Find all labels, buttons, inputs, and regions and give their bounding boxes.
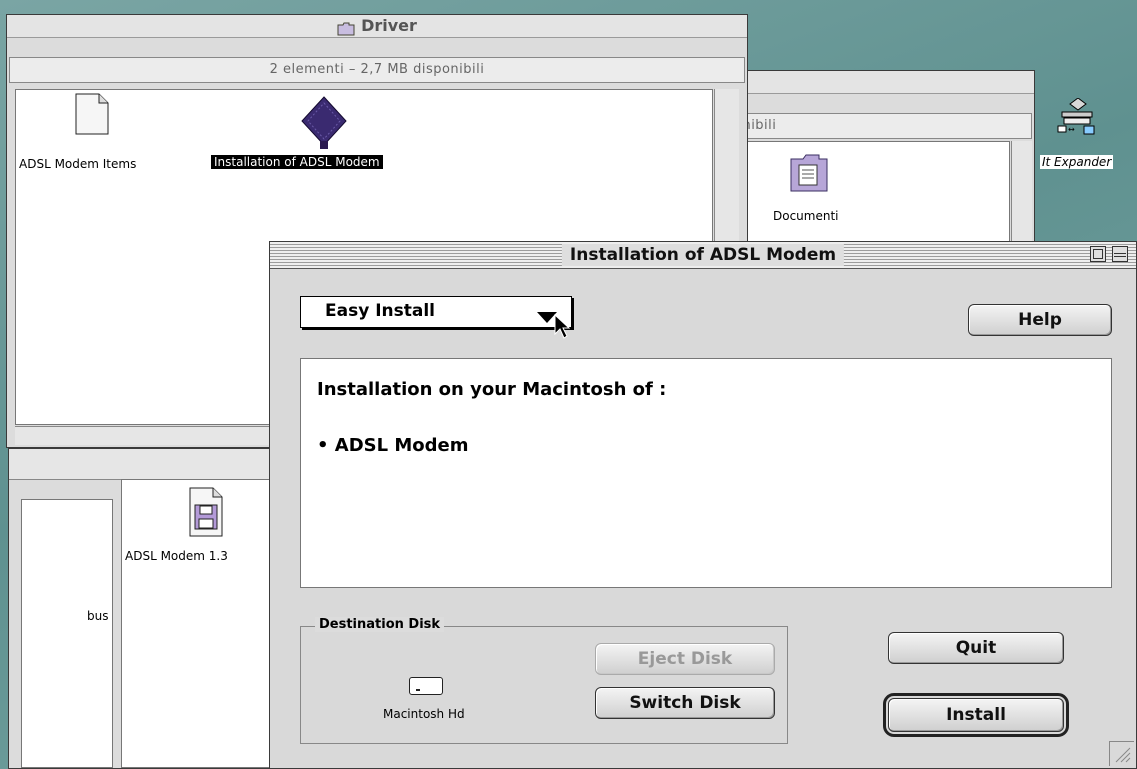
install-mode-value: Easy Install [325,301,436,321]
disk-window-left-pane [21,499,113,768]
back-window-info: onibili [703,113,1032,139]
installer-icon[interactable] [300,95,348,155]
svg-text:↔: ↔ [1068,125,1075,134]
expander-icon[interactable]: ↔ [1052,97,1102,154]
switch-disk-button[interactable]: Switch Disk [595,687,775,719]
disk-window-header [9,449,279,480]
zoom-box-icon[interactable] [1090,246,1106,262]
installer-window[interactable]: Installation of ADSL Modem Easy Install … [269,241,1137,769]
hard-disk-icon[interactable] [409,677,443,695]
floppy-document-icon[interactable] [189,487,223,541]
description-heading: Installation on your Macintosh of : [317,379,667,400]
destination-disk-label: Destination Disk [315,617,445,632]
driver-item-selected-label[interactable]: Installation of ADSL Modem [211,155,383,169]
documenti-folder-icon[interactable] [789,151,829,199]
document-icon[interactable] [75,93,109,139]
description-panel: Installation on your Macintosh of : • AD… [300,358,1112,588]
disk-item-label[interactable]: ADSL Modem 1.3 [125,549,228,563]
disk-name: Macintosh Hd [383,707,465,721]
install-mode-popup[interactable]: Easy Install [300,296,572,328]
back-window-titlebar[interactable] [701,71,1034,94]
documenti-label: Documenti [773,209,839,223]
quit-button[interactable]: Quit [888,632,1064,664]
destination-disk-group: Destination Disk Macintosh Hd Eject Disk… [300,617,788,744]
installer-titlebar[interactable]: Installation of ADSL Modem [270,242,1136,269]
install-button[interactable]: Install [883,693,1069,737]
description-item: • ADSL Modem [317,435,469,456]
expander-label: It Expander [1040,155,1114,169]
disk-window[interactable]: ADSL Modem 1.3 bus [8,448,280,769]
collapse-box-icon[interactable] [1112,246,1128,262]
folder-icon [337,20,355,35]
driver-window-title: Driver [361,16,417,35]
driver-window-info: 2 elementi – 2,7 MB disponibili [9,57,745,83]
help-button[interactable]: Help [968,304,1112,336]
eject-disk-button[interactable]: Eject Disk [595,643,775,675]
mouse-cursor-icon [554,313,571,344]
disk-left-label: bus [87,609,109,623]
installer-title: Installation of ADSL Modem [561,244,845,266]
driver-window-titlebar[interactable]: Driver [7,15,747,38]
driver-item-label[interactable]: ADSL Modem Items [19,157,136,171]
resize-grip-icon[interactable] [1109,741,1134,766]
